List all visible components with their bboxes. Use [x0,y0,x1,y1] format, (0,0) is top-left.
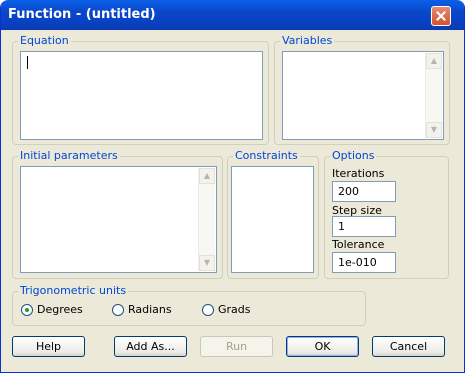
scroll-down-arrow-icon[interactable]: ▼ [426,122,442,138]
options-group: Options Iterations 200 Step size 1 Toler… [324,149,449,279]
help-button[interactable]: Help [12,336,85,357]
equation-group: Equation [12,34,269,145]
close-icon[interactable] [431,6,451,26]
radio-unchecked-icon [202,303,214,316]
trig-units-group: Trigonometric units Degrees Radians Grad… [12,284,366,326]
constraints-label: Constraints [233,149,300,162]
constraints-list[interactable] [231,166,314,273]
degrees-label: Degrees [37,303,83,316]
function-dialog: Function - (untitled) Equation Variables… [0,0,465,373]
text-caret [27,56,28,69]
run-button[interactable]: Run [200,336,273,357]
radians-radio[interactable]: Radians [112,303,172,316]
step-size-field[interactable]: 1 [332,216,396,237]
grads-radio[interactable]: Grads [202,303,251,316]
initial-parameters-list[interactable]: ▲ ▼ [20,166,217,273]
tolerance-label: Tolerance [332,238,385,251]
degrees-radio[interactable]: Degrees [21,303,83,316]
equation-label: Equation [18,34,71,47]
iterations-label: Iterations [332,167,385,180]
window-title: Function - (untitled) [8,7,156,22]
equation-input[interactable] [20,51,263,140]
add-as-button[interactable]: Add As... [114,336,187,357]
grads-label: Grads [218,303,251,316]
variables-group: Variables ▲ ▼ [274,34,450,145]
scroll-down-arrow-icon[interactable]: ▼ [199,255,215,271]
trig-units-label: Trigonometric units [18,284,129,297]
options-label: Options [330,149,377,162]
scroll-up-arrow-icon[interactable]: ▲ [199,168,215,184]
constraints-group: Constraints [227,149,319,279]
title-bar[interactable]: Function - (untitled) [1,0,464,30]
initial-parameters-scrollbar[interactable]: ▲ ▼ [198,168,215,271]
cancel-button[interactable]: Cancel [372,336,445,357]
radio-checked-icon [21,303,33,316]
variables-label: Variables [280,34,335,47]
tolerance-field[interactable]: 1e-010 [332,252,396,273]
variables-scrollbar[interactable]: ▲ ▼ [425,53,442,138]
radians-label: Radians [128,303,172,316]
initial-parameters-label: Initial parameters [18,149,120,162]
ok-button[interactable]: OK [286,336,359,357]
initial-parameters-group: Initial parameters ▲ ▼ [12,149,223,279]
radio-unchecked-icon [112,303,124,316]
variables-list[interactable]: ▲ ▼ [282,51,444,140]
iterations-field[interactable]: 200 [332,181,396,202]
scroll-up-arrow-icon[interactable]: ▲ [426,53,442,69]
